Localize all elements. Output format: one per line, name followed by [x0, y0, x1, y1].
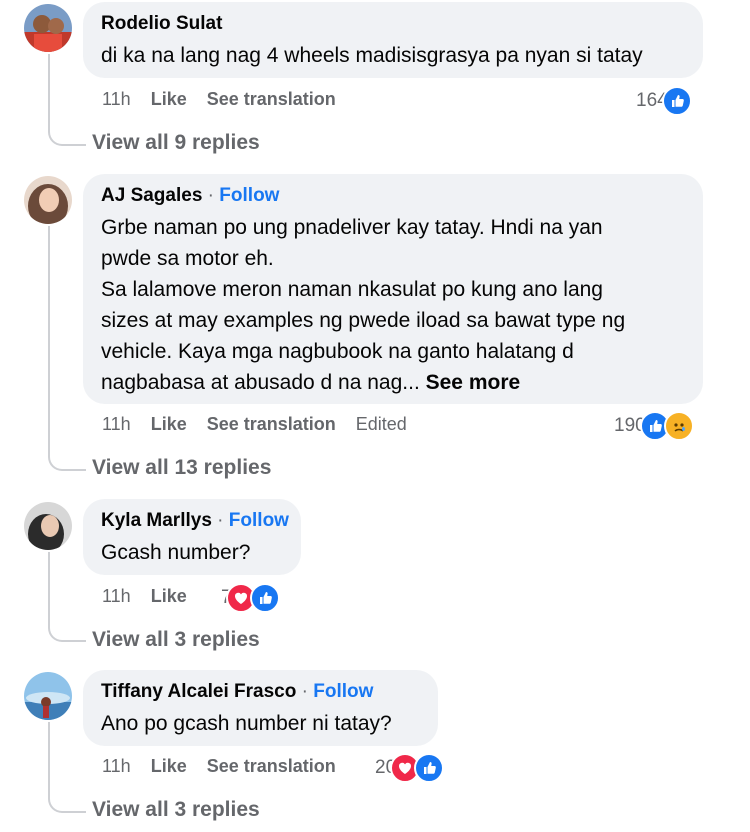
like-icon [414, 753, 445, 783]
comment-text: Gcash number? [101, 541, 251, 564]
like-button[interactable]: Like [151, 586, 187, 607]
see-translation-link[interactable]: See translation [207, 756, 336, 777]
reply-thread-line [48, 722, 86, 813]
avatar[interactable] [24, 4, 72, 52]
timestamp[interactable]: 11h [102, 756, 131, 777]
reply-thread-line [48, 54, 86, 146]
reply-thread-line [48, 552, 86, 642]
timestamp[interactable]: 11h [102, 586, 131, 607]
reaction-summary[interactable]: 164 [636, 86, 692, 116]
see-translation-link[interactable]: See translation [207, 414, 336, 435]
comment-body: Grbe naman po ung pnadeliver kay tatay. … [101, 216, 626, 394]
sad-icon [663, 411, 694, 441]
follow-button[interactable]: Follow [219, 185, 279, 206]
avatar[interactable] [24, 502, 72, 550]
comment-actions: 11h Like See translation [102, 89, 356, 110]
comment-actions: 11h Like See translation Edited [102, 414, 427, 435]
like-button[interactable]: Like [151, 756, 187, 777]
comment-bubble: AJ Sagales · Follow Grbe naman po ung pn… [83, 174, 703, 404]
comment-thread: Rodelio Sulat di ka na lang nag 4 wheels… [0, 0, 750, 832]
avatar[interactable] [24, 176, 72, 224]
timestamp[interactable]: 11h [102, 414, 131, 435]
edited-label: Edited [355, 414, 407, 434]
see-more-link[interactable]: See more [426, 371, 521, 394]
reply-thread-line [48, 226, 86, 471]
like-button[interactable]: Like [151, 414, 187, 435]
follow-button[interactable]: Follow [229, 510, 289, 531]
comment-text: Ano po gcash number ni tatay? [101, 712, 392, 735]
comment-text: di ka na lang nag 4 wheels madisisgrasya… [101, 44, 643, 67]
view-replies-link[interactable]: View all 3 replies [92, 798, 260, 822]
author-name[interactable]: Tiffany Alcalei Frasco [101, 681, 296, 702]
view-replies-link[interactable]: View all 9 replies [92, 131, 260, 155]
comment-bubble: Rodelio Sulat di ka na lang nag 4 wheels… [83, 2, 703, 78]
comment-actions: 11h Like [102, 586, 207, 607]
comment-actions: 11h Like See translation [102, 756, 356, 777]
comment-bubble: Tiffany Alcalei Frasco · Follow Ano po g… [83, 670, 438, 746]
avatar[interactable] [24, 672, 72, 720]
like-button[interactable]: Like [151, 89, 187, 110]
comment-bubble: Kyla Marllys · Follow Gcash number? [83, 499, 301, 575]
timestamp[interactable]: 11h [102, 89, 131, 110]
see-translation-link[interactable]: See translation [207, 89, 336, 110]
reaction-summary[interactable]: 7 [221, 583, 280, 613]
author-name[interactable]: Kyla Marllys [101, 510, 212, 531]
view-replies-link[interactable]: View all 3 replies [92, 628, 260, 652]
like-icon [249, 583, 280, 613]
like-icon [661, 86, 692, 116]
author-name[interactable]: Rodelio Sulat [101, 13, 222, 34]
reaction-summary[interactable]: 20 [375, 753, 445, 783]
follow-button[interactable]: Follow [313, 681, 373, 702]
comment-text: Grbe naman po ung pnadeliver kay tatay. … [101, 212, 685, 398]
author-name[interactable]: AJ Sagales [101, 185, 202, 206]
reaction-summary[interactable]: 190 [614, 411, 694, 441]
view-replies-link[interactable]: View all 13 replies [92, 456, 271, 480]
